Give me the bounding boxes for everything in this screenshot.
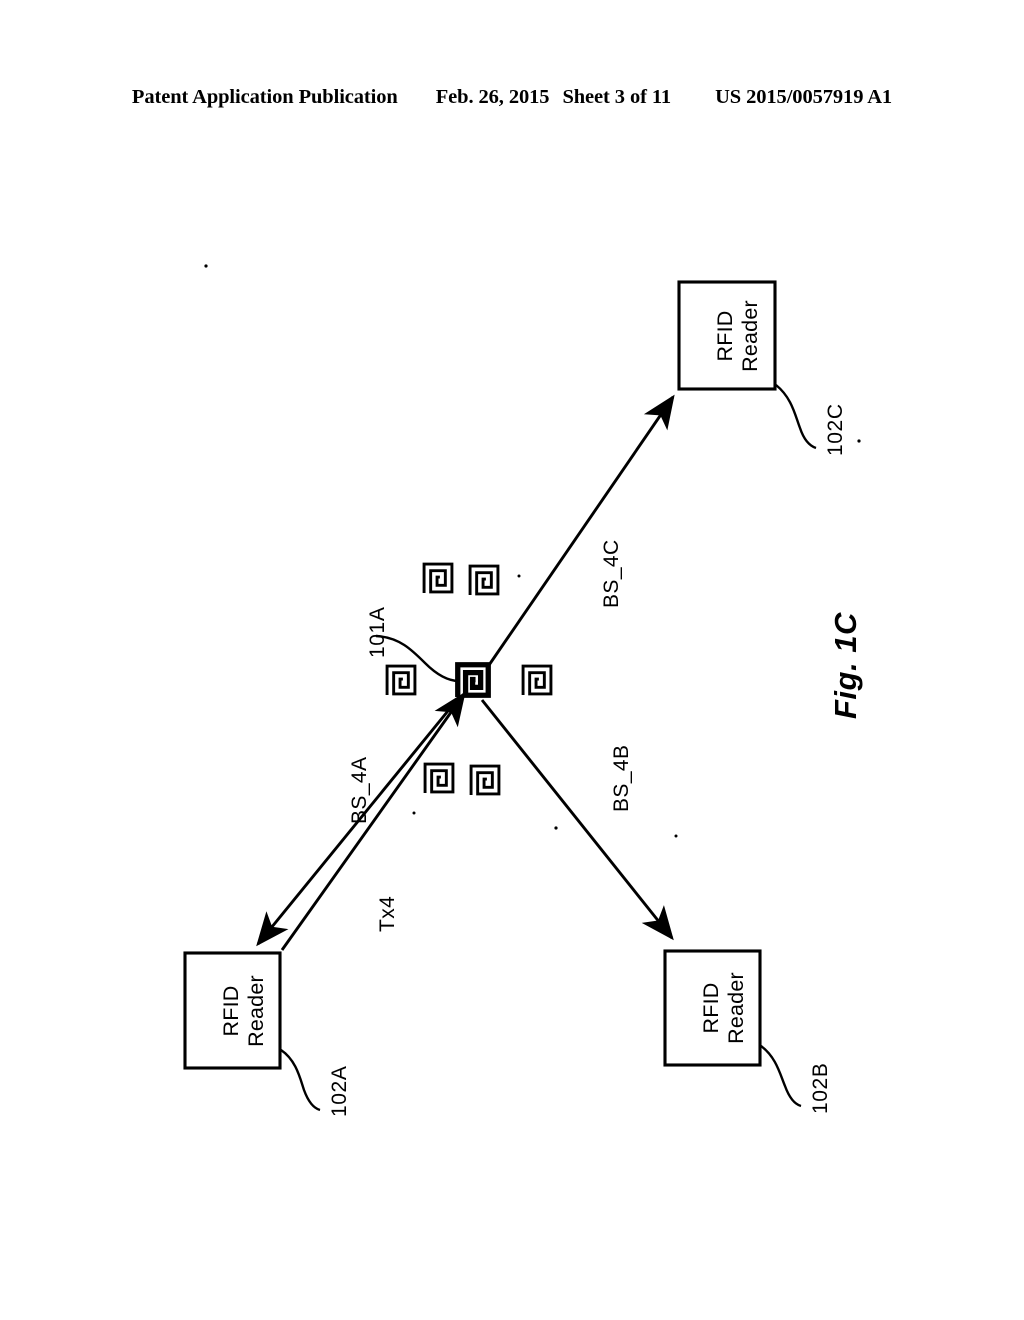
- scan-speckle: [554, 826, 558, 830]
- signal-label-tx4: Tx4: [376, 895, 399, 932]
- scan-speckle: [857, 439, 861, 443]
- leader-line-102a: [280, 1049, 321, 1112]
- signal-label-bs4b: BS_4B: [610, 744, 633, 812]
- rfid-tag: [468, 564, 500, 596]
- rfid-tag: [385, 664, 417, 696]
- reader-102b-line2: Reader: [724, 972, 748, 1044]
- figure-drawing: [183, 264, 861, 1112]
- scan-speckle: [674, 834, 678, 838]
- reference-numeral-102c: 102C: [824, 403, 847, 456]
- signal-label-bs4a: BS_4A: [348, 756, 371, 824]
- reader-box-102a-label: RFID Reader: [219, 951, 269, 1071]
- scan-speckle: [517, 574, 521, 578]
- reference-numeral-101a: 101A: [366, 606, 389, 658]
- reader-102c-line1: RFID: [713, 310, 737, 362]
- reference-numeral-102a: 102A: [328, 1065, 351, 1117]
- reader-102c-line2: Reader: [738, 300, 762, 372]
- signal-line-tx4: [280, 691, 466, 951]
- rfid-tag: [423, 762, 455, 794]
- figure-caption: Fig. 1C: [828, 612, 863, 719]
- reference-numeral-102b: 102B: [809, 1062, 832, 1114]
- reader-102b-line1: RFID: [699, 982, 723, 1034]
- reader-box-102b-label: RFID Reader: [699, 948, 749, 1068]
- patent-figure-1c: RFID Reader RFID Reader RFID Reader 102C…: [0, 0, 1024, 1320]
- rfid-tag-highlighted-101a: [458, 665, 488, 697]
- reader-102a-line1: RFID: [219, 985, 243, 1037]
- signal-line-bs4a: [256, 705, 454, 947]
- scan-speckle: [204, 264, 208, 268]
- rfid-tag: [422, 562, 454, 594]
- rfid-tag: [469, 764, 501, 796]
- scan-speckle: [412, 811, 416, 815]
- reader-box-102c-label: RFID Reader: [713, 276, 763, 396]
- signal-label-bs4c: BS_4C: [600, 539, 623, 608]
- signal-line-bs4b: [480, 699, 674, 941]
- rfid-tag: [521, 664, 553, 696]
- reader-102a-line2: Reader: [244, 975, 268, 1047]
- signal-line-bs4c: [485, 394, 675, 669]
- leader-line-102c: [775, 384, 817, 450]
- leader-line-102b: [760, 1045, 802, 1108]
